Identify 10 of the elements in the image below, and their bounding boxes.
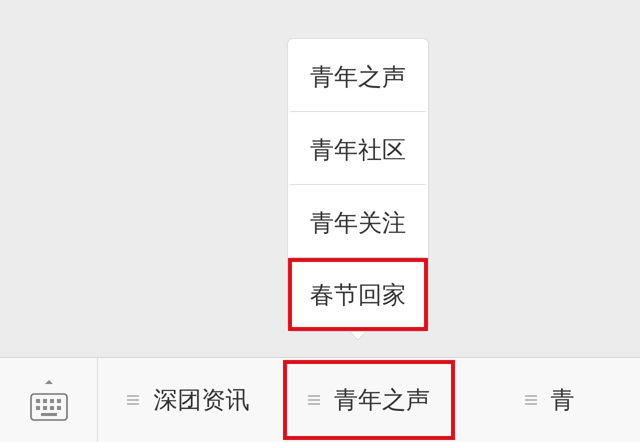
menu-item[interactable]: 春节回家: [288, 258, 428, 331]
menu-icon: [127, 395, 140, 405]
menu-item[interactable]: 青年社区: [288, 112, 428, 185]
menu-tab[interactable]: 青: [463, 360, 636, 440]
menu-tab[interactable]: 深团资讯: [102, 360, 275, 440]
menu-tab[interactable]: 青年之声: [282, 360, 456, 440]
menu-icon: [308, 395, 320, 405]
menu-icon: [524, 395, 537, 405]
menu-item[interactable]: 青年关注: [288, 185, 428, 258]
menu-item[interactable]: 青年之声: [288, 39, 428, 112]
